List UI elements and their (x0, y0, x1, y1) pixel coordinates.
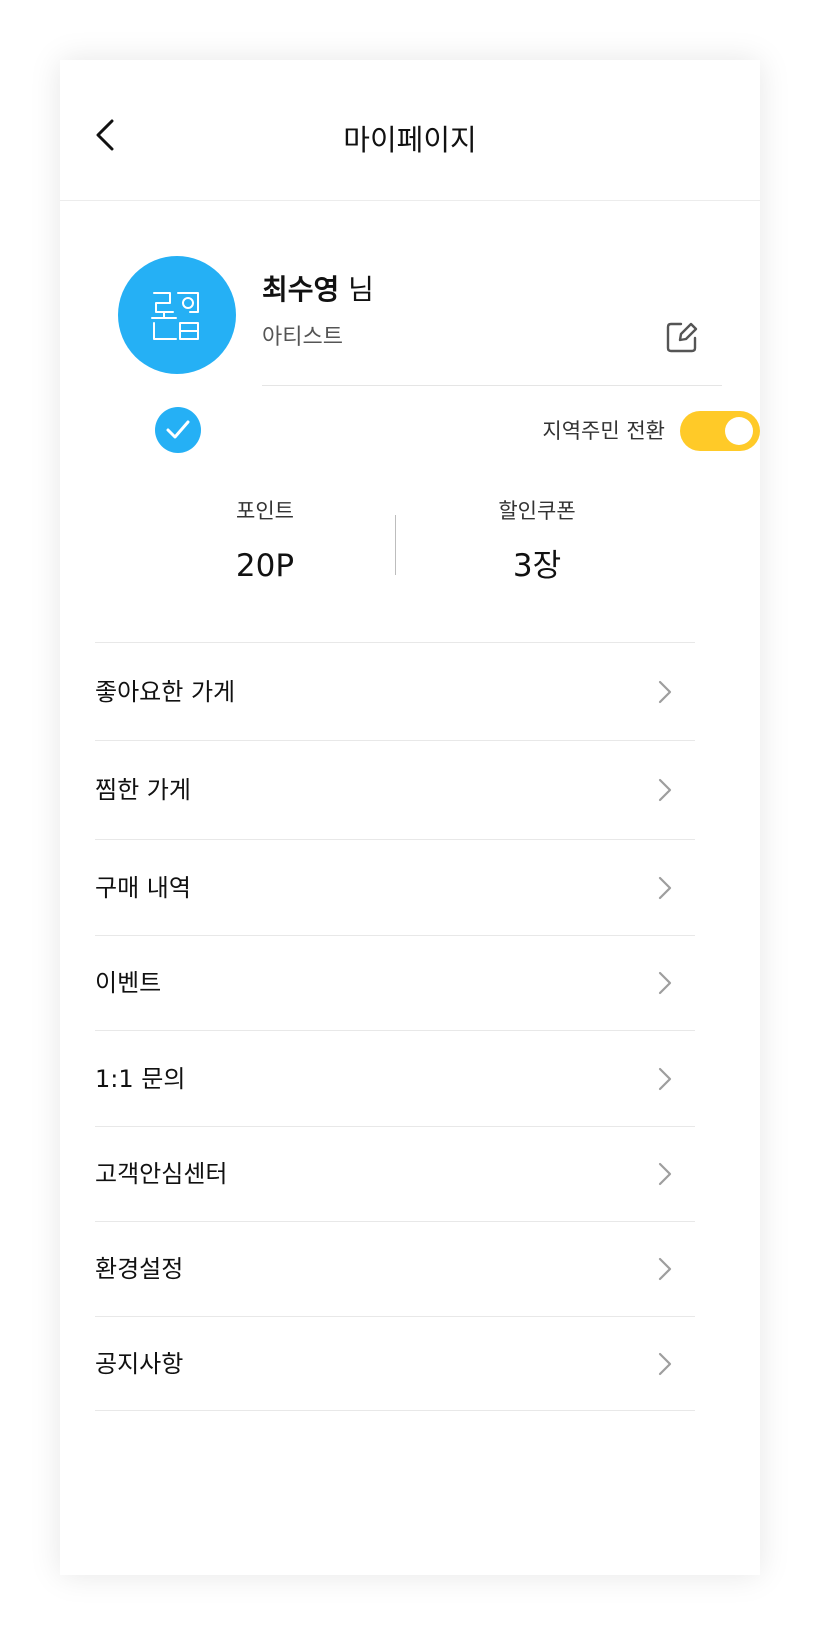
menu-item-saved-stores[interactable]: 찜한 가게 (95, 741, 695, 840)
logo-icon (151, 292, 199, 340)
menu-list: 좋아요한 가게 찜한 가게 구매 내역 이벤트 1:1 문의 고객안심센터 환경… (95, 642, 695, 1411)
page-title: 마이페이지 (343, 123, 477, 157)
profile-divider (262, 385, 722, 386)
coupons-stat[interactable]: 할인쿠폰 3장 (417, 496, 657, 586)
menu-item-label: 좋아요한 가게 (95, 677, 236, 706)
stats-divider (395, 515, 396, 575)
coupons-label: 할인쿠폰 (498, 499, 576, 523)
chevron-right-icon (658, 1257, 672, 1281)
mypage-screen: 마이페이지 최수영 님 아티스트 지역주민 전환 포인트 20P 할인쿠폰 3장… (60, 60, 760, 1575)
check-icon (166, 420, 190, 439)
menu-item-label: 이벤트 (95, 969, 162, 997)
points-value: 20P (235, 548, 295, 584)
avatar[interactable] (118, 256, 236, 374)
coupons-value: 3장 (512, 548, 562, 584)
menu-item-label: 환경설정 (95, 1255, 184, 1283)
chevron-right-icon (658, 1352, 672, 1375)
menu-item-liked-stores[interactable]: 좋아요한 가게 (95, 643, 695, 741)
user-name-text: 최수영 (262, 273, 340, 306)
menu-item-label: 찜한 가게 (95, 776, 191, 804)
menu-item-label: 구매 내역 (95, 873, 191, 902)
chevron-right-icon (658, 778, 672, 802)
points-label: 포인트 (236, 499, 294, 523)
edit-icon (666, 322, 698, 353)
points-stat[interactable]: 포인트 20P (145, 496, 385, 586)
menu-item-customer-center[interactable]: 고객안심센터 (95, 1127, 695, 1222)
chevron-right-icon (658, 971, 672, 995)
chevron-right-icon (658, 680, 672, 703)
chevron-right-icon (658, 1162, 672, 1186)
resident-toggle-label: 지역주민 전환 (542, 419, 665, 443)
verified-badge (155, 407, 201, 453)
chevron-right-icon (658, 1067, 672, 1090)
user-name: 최수영 님 (262, 272, 374, 308)
menu-item-label: 고객안심센터 (95, 1160, 228, 1188)
menu-item-settings[interactable]: 환경설정 (95, 1222, 695, 1317)
menu-item-purchase-history[interactable]: 구매 내역 (95, 840, 695, 936)
menu-item-notices[interactable]: 공지사항 (95, 1317, 695, 1411)
menu-item-inquiry[interactable]: 1:1 문의 (95, 1031, 695, 1127)
toggle-knob (725, 417, 753, 445)
header: 마이페이지 (60, 60, 760, 201)
user-role: 아티스트 (262, 325, 343, 350)
chevron-right-icon (658, 876, 672, 899)
resident-toggle[interactable] (680, 411, 760, 451)
menu-item-events[interactable]: 이벤트 (95, 936, 695, 1031)
menu-item-label: 공지사항 (95, 1349, 184, 1378)
edit-profile-button[interactable] (664, 319, 700, 355)
menu-item-label: 1:1 문의 (95, 1064, 186, 1093)
user-name-suffix: 님 (339, 273, 374, 306)
